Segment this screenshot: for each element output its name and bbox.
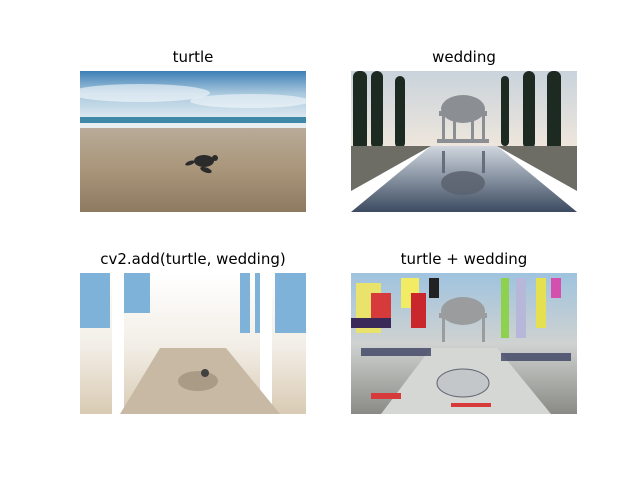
numpy-add-image	[351, 273, 577, 414]
cv2-add-image	[80, 273, 306, 414]
turtle-image	[80, 71, 306, 212]
panel-title-turtle-plus-wedding: turtle + wedding	[400, 250, 528, 268]
panel-title-turtle: turtle	[172, 48, 214, 66]
wedding-image	[351, 71, 577, 212]
panel-title-wedding: wedding	[432, 48, 496, 66]
panel-title-cv2-add: cv2.add(turtle, wedding)	[100, 250, 286, 268]
